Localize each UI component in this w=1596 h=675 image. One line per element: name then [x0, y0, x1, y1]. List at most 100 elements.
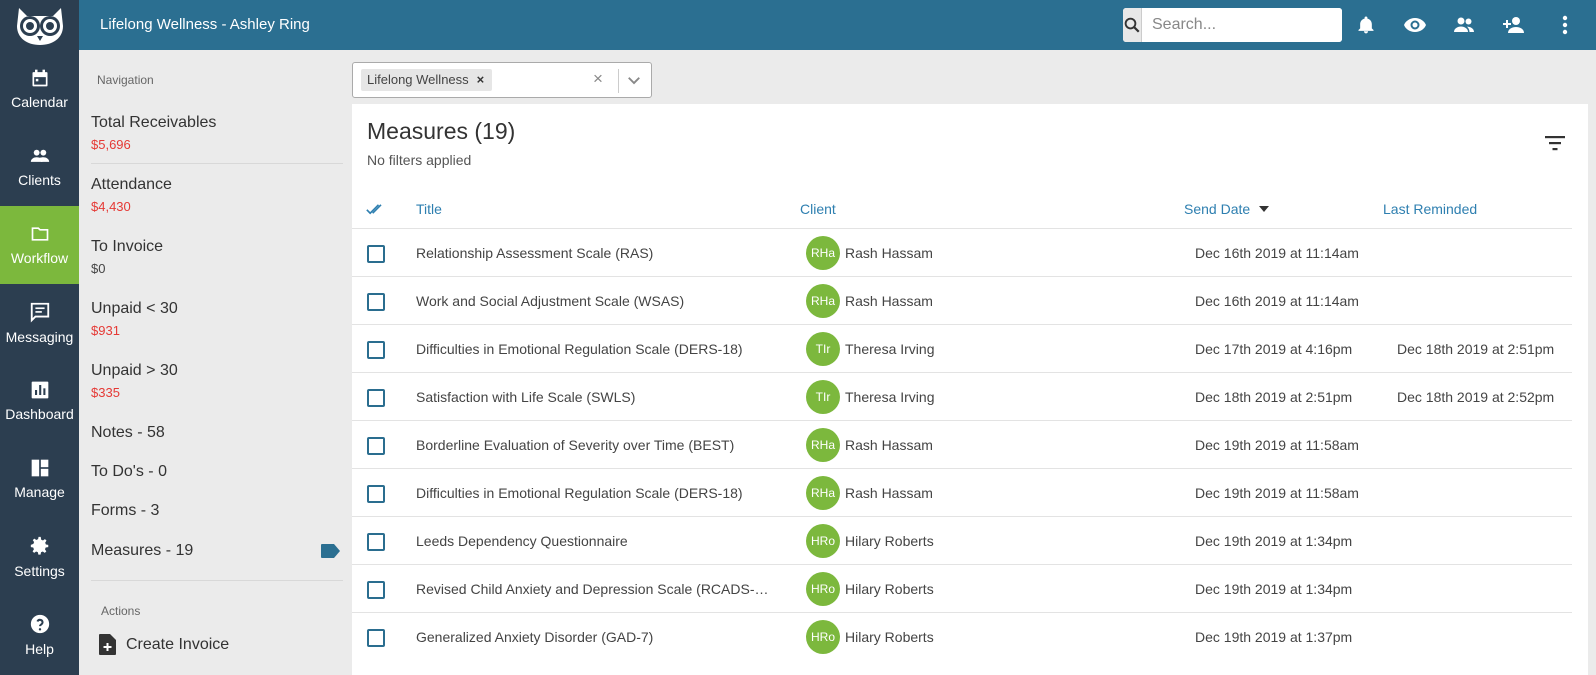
send-date: Dec 19th 2019 at 1:37pm — [1195, 629, 1353, 645]
row-checkbox[interactable] — [367, 629, 385, 647]
row-checkbox[interactable] — [367, 533, 385, 551]
nav-item-total-receivables[interactable]: Total Receivables $5,696 — [91, 114, 343, 152]
nav-item-amount: $0 — [91, 261, 106, 276]
filter-list-icon[interactable] — [1544, 134, 1566, 152]
client-name: Hilary Roberts — [845, 533, 934, 549]
search-input[interactable] — [1142, 8, 1342, 42]
table-row[interactable]: Difficulties in Emotional Regulation Sca… — [352, 324, 1572, 373]
avatar: HRo — [806, 620, 840, 654]
send-date: Dec 19th 2019 at 1:34pm — [1195, 533, 1353, 549]
left-rail: Calendar Clients Workflow Messaging Dash… — [0, 50, 79, 675]
practice-filter-select[interactable]: Lifelong Wellness × × — [352, 62, 652, 98]
actions-heading: Actions — [101, 604, 141, 618]
avatar: RHa — [806, 476, 840, 510]
rail-label: Clients — [18, 172, 61, 188]
table-row[interactable]: Revised Child Anxiety and Depression Sca… — [352, 564, 1572, 613]
rail-item-calendar[interactable]: Calendar — [0, 50, 79, 128]
nav-divider — [91, 163, 343, 164]
more-menu-button[interactable] — [1553, 13, 1577, 37]
chevron-down-icon[interactable] — [625, 71, 643, 89]
rail-label: Messaging — [5, 329, 74, 345]
gear-icon — [30, 536, 48, 555]
owl-logo-icon — [16, 8, 63, 45]
row-checkbox[interactable] — [367, 389, 385, 407]
top-bar: Lifelong Wellness - Ashley Ring — [0, 0, 1596, 50]
chat-icon — [30, 302, 49, 323]
client-name: Rash Hassam — [845, 245, 933, 261]
row-checkbox[interactable] — [367, 437, 385, 455]
row-checkbox[interactable] — [367, 485, 385, 503]
rail-item-workflow[interactable]: Workflow — [0, 206, 79, 284]
remove-chip-icon[interactable]: × — [477, 72, 485, 87]
measure-title: Generalized Anxiety Disorder (GAD-7) — [416, 629, 654, 645]
tag-icon — [321, 544, 340, 558]
nav-item-unpaid-under-30[interactable]: Unpaid < 30 $931 — [91, 300, 343, 338]
rail-item-clients[interactable]: Clients — [0, 128, 79, 206]
avatar: RHa — [806, 428, 840, 462]
nav-item-todos[interactable]: To Do's - 0 — [91, 463, 343, 481]
table-row[interactable]: Leeds Dependency Questionnaire HRo Hilar… — [352, 516, 1572, 565]
filter-chip-label: Lifelong Wellness — [367, 72, 469, 87]
send-date: Dec 18th 2019 at 2:51pm — [1195, 389, 1353, 405]
client-name: Rash Hassam — [845, 485, 933, 501]
bar-chart-icon — [31, 381, 48, 399]
nav-divider — [91, 580, 343, 581]
rail-item-messaging[interactable]: Messaging — [0, 284, 79, 362]
table-row[interactable]: Difficulties in Emotional Regulation Sca… — [352, 468, 1572, 517]
owl-logo[interactable] — [0, 0, 79, 50]
table-row[interactable]: Generalized Anxiety Disorder (GAD-7) HRo… — [352, 612, 1572, 661]
search-box — [1123, 8, 1342, 42]
row-checkbox[interactable] — [367, 293, 385, 311]
nav-item-unpaid-over-30[interactable]: Unpaid > 30 $335 — [91, 362, 343, 400]
clear-filter-icon[interactable]: × — [593, 69, 603, 89]
column-last-reminded[interactable]: Last Reminded — [1383, 201, 1477, 217]
row-checkbox[interactable] — [367, 341, 385, 359]
view-button[interactable] — [1403, 13, 1427, 37]
row-checkbox[interactable] — [367, 245, 385, 263]
nav-item-to-invoice[interactable]: To Invoice $0 — [91, 238, 343, 276]
nav-item-label: Measures - 19 — [91, 542, 194, 559]
client-name: Rash Hassam — [845, 437, 933, 453]
group-icon — [1454, 17, 1474, 32]
notifications-button[interactable] — [1354, 13, 1378, 37]
table-row[interactable]: Borderline Evaluation of Severity over T… — [352, 420, 1572, 469]
page-title: Measures (19) — [367, 118, 516, 144]
create-invoice-action[interactable]: Create Invoice — [99, 634, 351, 655]
search-button[interactable] — [1123, 8, 1142, 42]
rail-item-dashboard[interactable]: Dashboard — [0, 362, 79, 440]
create-invoice-label: Create Invoice — [126, 635, 230, 653]
more-vert-icon — [1562, 15, 1568, 35]
nav-item-notes[interactable]: Notes - 58 — [91, 424, 343, 442]
nav-item-measures[interactable]: Measures - 19 — [91, 542, 343, 560]
client-name: Hilary Roberts — [845, 581, 934, 597]
sort-desc-icon — [1259, 206, 1270, 212]
table-row[interactable]: Satisfaction with Life Scale (SWLS) TIr … — [352, 372, 1572, 421]
last-reminded: Dec 18th 2019 at 2:52pm — [1397, 389, 1555, 405]
last-reminded: Dec 18th 2019 at 2:51pm — [1397, 341, 1555, 357]
client-name: Theresa Irving — [845, 341, 935, 357]
table-row[interactable]: Work and Social Adjustment Scale (WSAS) … — [352, 276, 1572, 325]
app-title: Lifelong Wellness - Ashley Ring — [100, 16, 310, 33]
rail-item-settings[interactable]: Settings — [0, 518, 79, 596]
send-date: Dec 16th 2019 at 11:14am — [1195, 293, 1359, 309]
nav-item-attendance[interactable]: Attendance $4,430 — [91, 176, 343, 214]
group-button[interactable] — [1452, 13, 1476, 37]
rail-label: Settings — [14, 563, 65, 579]
column-client[interactable]: Client — [800, 201, 836, 217]
add-person-icon — [1503, 17, 1524, 33]
avatar: TIr — [806, 332, 840, 366]
nav-item-forms[interactable]: Forms - 3 — [91, 502, 343, 520]
rail-item-help[interactable]: Help — [0, 596, 79, 674]
add-document-icon — [99, 634, 116, 655]
add-person-button[interactable] — [1502, 13, 1526, 37]
column-title[interactable]: Title — [416, 201, 442, 217]
column-send-date-label: Send Date — [1184, 201, 1251, 217]
table-row[interactable]: Relationship Assessment Scale (RAS) RHa … — [352, 228, 1572, 277]
column-send-date[interactable]: Send Date — [1184, 201, 1270, 217]
rail-item-manage[interactable]: Manage — [0, 440, 79, 518]
measure-title: Difficulties in Emotional Regulation Sca… — [416, 485, 743, 501]
select-all-icon[interactable] — [366, 202, 386, 216]
row-checkbox[interactable] — [367, 581, 385, 599]
eye-icon — [1404, 18, 1426, 32]
measure-title: Borderline Evaluation of Severity over T… — [416, 437, 735, 453]
